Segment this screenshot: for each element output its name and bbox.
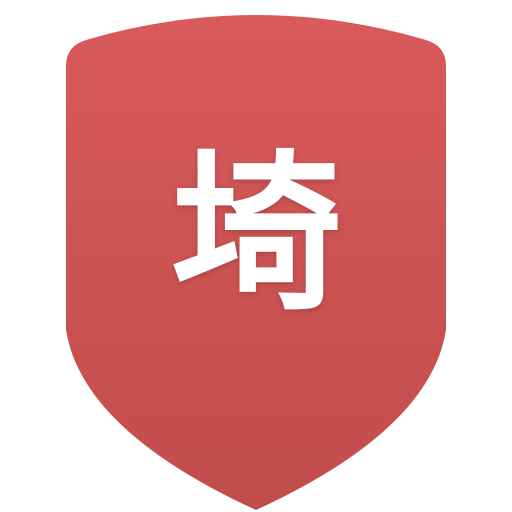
kanji-character: 埼 [170, 136, 341, 334]
shield-emblem: 埼 [0, 0, 512, 512]
